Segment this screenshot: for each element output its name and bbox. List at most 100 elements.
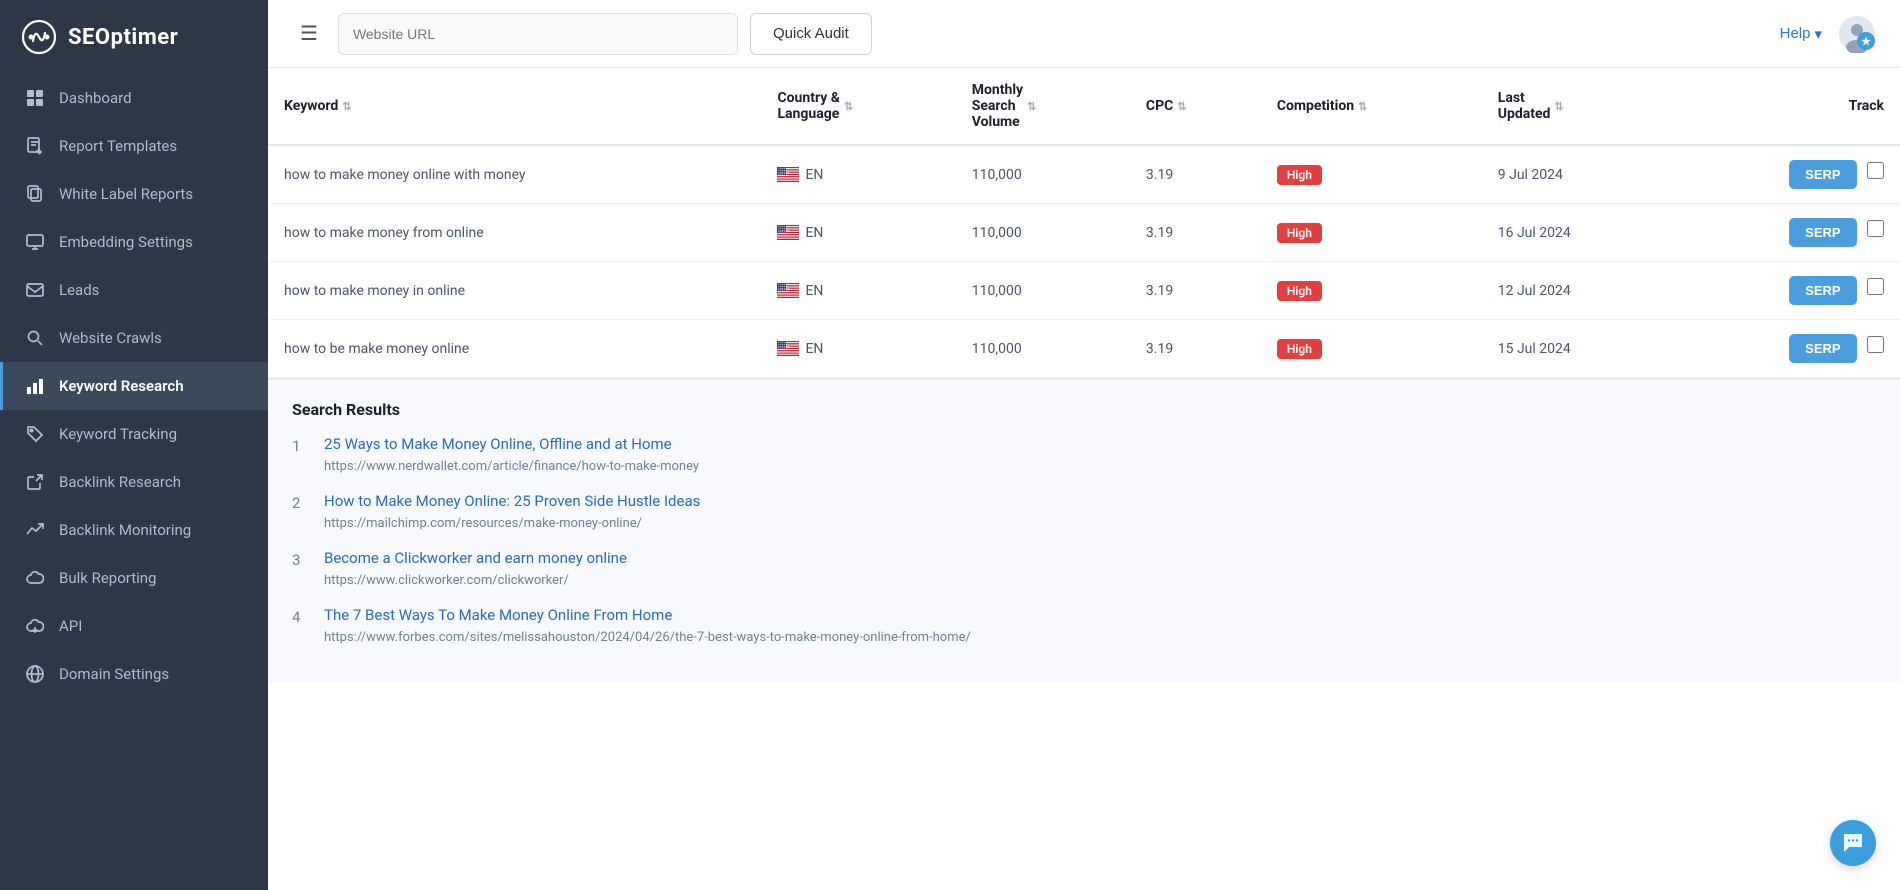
quick-audit-button[interactable]: Quick Audit (750, 13, 872, 55)
sort-icon-competition[interactable]: ⇅ (1358, 100, 1367, 113)
sidebar-item-api-label: API (59, 617, 82, 635)
search-result-item: 1 25 Ways to Make Money Online, Offline … (292, 435, 1876, 474)
col-last-updated: LastUpdated ⇅ (1482, 68, 1671, 145)
main-area: ☰ Quick Audit Help ▾ ★ (268, 0, 1900, 890)
cloud-icon (25, 568, 45, 588)
cell-track: SERP (1671, 145, 1900, 204)
cell-track: SERP (1671, 262, 1900, 320)
sidebar-logo: SEOptimer (0, 0, 268, 74)
sidebar-item-domain-settings[interactable]: Domain Settings (0, 650, 268, 698)
sidebar-item-leads[interactable]: Leads (0, 266, 268, 314)
cell-cpc: 3.19 (1130, 320, 1261, 378)
serp-button[interactable]: SERP (1789, 276, 1856, 305)
table-row: how to make money from online (268, 204, 1900, 262)
track-checkbox[interactable] (1867, 278, 1884, 295)
cell-volume: 110,000 (956, 204, 1130, 262)
header-right: Help ▾ ★ (1780, 15, 1876, 53)
sidebar: SEOptimer Dashboard Report Templates Whi… (0, 0, 268, 890)
cell-country: ★★★★★★ ★★★★★ ★★★★★★ ★★★★★ EN (761, 204, 955, 262)
track-checkbox[interactable] (1867, 220, 1884, 237)
cell-volume: 110,000 (956, 320, 1130, 378)
col-monthly-volume: MonthlySearchVolume ⇅ (956, 68, 1130, 145)
sidebar-item-dashboard[interactable]: Dashboard (0, 74, 268, 122)
result-title-link[interactable]: Become a Clickworker and earn money onli… (324, 549, 627, 567)
result-content: 25 Ways to Make Money Online, Offline an… (324, 435, 699, 474)
result-title-link[interactable]: 25 Ways to Make Money Online, Offline an… (324, 435, 699, 453)
logo-icon (20, 18, 58, 56)
track-checkbox[interactable] (1867, 336, 1884, 353)
sidebar-item-domain-settings-label: Domain Settings (59, 665, 169, 683)
sidebar-item-embedding-settings[interactable]: Embedding Settings (0, 218, 268, 266)
serp-button[interactable]: SERP (1789, 160, 1856, 189)
result-number: 1 (292, 435, 310, 455)
cell-cpc: 3.19 (1130, 204, 1261, 262)
search-result-item: 3 Become a Clickworker and earn money on… (292, 549, 1876, 588)
chat-bubble-button[interactable] (1830, 820, 1876, 866)
search-icon (25, 328, 45, 348)
cell-keyword: how to make money from online (268, 204, 761, 262)
cell-last-updated: 12 Jul 2024 (1482, 262, 1671, 320)
serp-button[interactable]: SERP (1789, 334, 1856, 363)
result-number: 2 (292, 492, 310, 512)
svg-text:★★★★★: ★★★★★ (778, 289, 788, 292)
sort-icon-volume[interactable]: ⇅ (1027, 100, 1036, 113)
col-track: Track (1671, 68, 1900, 145)
sidebar-item-keyword-tracking[interactable]: Keyword Tracking (0, 410, 268, 458)
col-country-language: Country &Language ⇅ (761, 68, 955, 145)
help-button[interactable]: Help ▾ (1780, 25, 1822, 43)
search-results-list: 1 25 Ways to Make Money Online, Offline … (292, 435, 1876, 645)
cell-competition: High (1261, 262, 1482, 320)
sidebar-item-keyword-research-label: Keyword Research (59, 377, 184, 395)
cell-competition: High (1261, 145, 1482, 204)
cell-keyword: how to be make money online (268, 320, 761, 378)
cell-country: ★★★★★★ ★★★★★ ★★★★★★ ★★★★★ EN (761, 320, 955, 378)
cell-volume: 110,000 (956, 262, 1130, 320)
url-input[interactable] (338, 13, 738, 55)
svg-text:★★★★★: ★★★★★ (778, 173, 788, 176)
track-checkbox[interactable] (1867, 162, 1884, 179)
sidebar-item-bulk-reporting-label: Bulk Reporting (59, 569, 156, 587)
table-row: how to make money online with money (268, 145, 1900, 204)
result-content: The 7 Best Ways To Make Money Online Fro… (324, 606, 971, 645)
table-row: how to be make money online (268, 320, 1900, 378)
tag-icon (25, 424, 45, 444)
user-avatar-button[interactable]: ★ (1838, 15, 1876, 53)
cell-track: SERP (1671, 320, 1900, 378)
result-content: Become a Clickworker and earn money onli… (324, 549, 627, 588)
result-title-link[interactable]: How to Make Money Online: 25 Proven Side… (324, 492, 700, 510)
result-number: 4 (292, 606, 310, 626)
content-area: Keyword ⇅ Country &Language ⇅ MonthlySea… (268, 68, 1900, 890)
sidebar-item-backlink-research[interactable]: Backlink Research (0, 458, 268, 506)
sidebar-item-backlink-research-label: Backlink Research (59, 473, 181, 491)
cell-keyword: how to make money in online (268, 262, 761, 320)
sidebar-item-report-templates-label: Report Templates (59, 137, 177, 155)
cell-competition: High (1261, 204, 1482, 262)
sort-icon-updated[interactable]: ⇅ (1554, 100, 1563, 113)
sidebar-item-embedding-label: Embedding Settings (59, 233, 193, 251)
sort-icon-cpc[interactable]: ⇅ (1177, 100, 1186, 113)
sidebar-item-api[interactable]: API (0, 602, 268, 650)
sidebar-item-bulk-reporting[interactable]: Bulk Reporting (0, 554, 268, 602)
sidebar-item-leads-label: Leads (59, 281, 99, 299)
logo-text: SEOptimer (68, 25, 178, 50)
cell-competition: High (1261, 320, 1482, 378)
serp-button[interactable]: SERP (1789, 218, 1856, 247)
cell-country: ★★★★★★ ★★★★★ ★★★★★★ ★★★★★ EN (761, 145, 955, 204)
sidebar-item-white-label-reports[interactable]: White Label Reports (0, 170, 268, 218)
col-keyword: Keyword ⇅ (268, 68, 761, 145)
result-title-link[interactable]: The 7 Best Ways To Make Money Online Fro… (324, 606, 971, 624)
svg-text:★★★★★: ★★★★★ (778, 231, 788, 234)
sort-icon-keyword[interactable]: ⇅ (342, 100, 351, 113)
col-cpc: CPC ⇅ (1130, 68, 1261, 145)
sidebar-item-backlink-monitoring-label: Backlink Monitoring (59, 521, 191, 539)
search-results-section: Search Results 1 25 Ways to Make Money O… (268, 378, 1900, 683)
api-icon (25, 616, 45, 636)
sidebar-item-report-templates[interactable]: Report Templates (0, 122, 268, 170)
cell-cpc: 3.19 (1130, 145, 1261, 204)
svg-text:★: ★ (1861, 36, 1871, 48)
sidebar-item-website-crawls[interactable]: Website Crawls (0, 314, 268, 362)
sidebar-item-backlink-monitoring[interactable]: Backlink Monitoring (0, 506, 268, 554)
hamburger-button[interactable]: ☰ (292, 17, 326, 50)
sort-icon-country[interactable]: ⇅ (844, 100, 853, 113)
sidebar-item-keyword-research[interactable]: Keyword Research (0, 362, 268, 410)
